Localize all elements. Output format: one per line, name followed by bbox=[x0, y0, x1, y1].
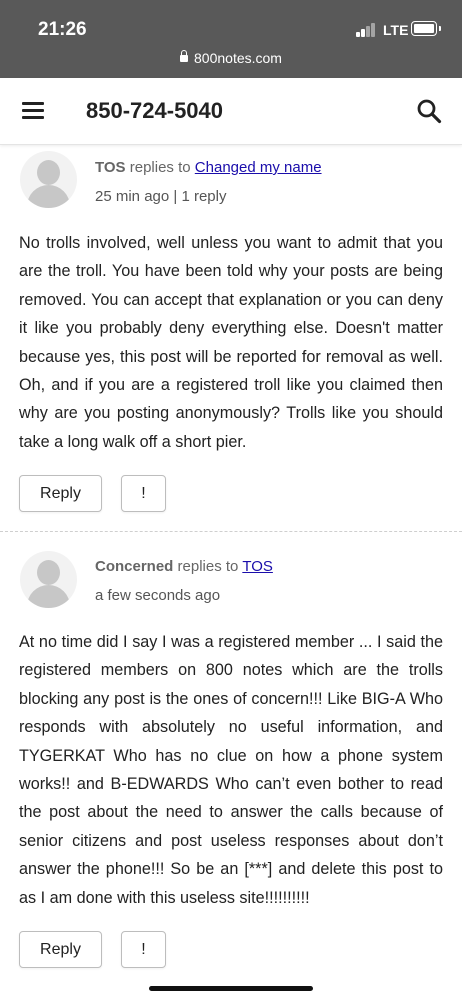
address-bar[interactable]: 800notes.com bbox=[0, 50, 462, 66]
report-button[interactable]: ! bbox=[121, 931, 166, 968]
lock-icon bbox=[180, 50, 189, 62]
battery-icon bbox=[411, 21, 441, 36]
author-name: Concerned bbox=[95, 558, 174, 575]
reply-button[interactable]: Reply bbox=[19, 475, 102, 512]
status-time: 21:26 bbox=[38, 19, 87, 40]
home-indicator bbox=[149, 986, 313, 991]
author-name: TOS bbox=[95, 159, 126, 176]
replies-to-link[interactable]: TOS bbox=[242, 558, 273, 575]
post-header: TOS replies to Changed my name bbox=[95, 159, 322, 176]
signal-icon bbox=[356, 23, 376, 37]
avatar bbox=[20, 551, 77, 608]
post-header: Concerned replies to TOS bbox=[95, 558, 273, 575]
page-title: 850-724-5040 bbox=[86, 98, 224, 123]
search-icon[interactable] bbox=[416, 98, 442, 124]
post-body: No trolls involved, well unless you want… bbox=[19, 234, 443, 451]
reply-button[interactable]: Reply bbox=[19, 931, 102, 968]
post-meta: a few seconds ago bbox=[95, 587, 221, 604]
avatar bbox=[20, 151, 77, 208]
status-bar: 21:26 LTE 800notes.com bbox=[0, 0, 462, 78]
post-divider bbox=[0, 531, 462, 532]
site-header: 850-724-5040 bbox=[0, 78, 462, 145]
post-body: At no time did I say I was a registered … bbox=[19, 633, 443, 907]
post-meta: 25 min ago | 1 reply bbox=[95, 188, 227, 205]
hamburger-menu-icon[interactable] bbox=[22, 102, 44, 120]
report-button[interactable]: ! bbox=[121, 475, 166, 512]
replies-to-label: replies to bbox=[129, 159, 191, 176]
network-type: LTE bbox=[383, 22, 409, 38]
url-text: 800notes.com bbox=[194, 50, 282, 66]
replies-to-label: replies to bbox=[177, 558, 239, 575]
replies-to-link[interactable]: Changed my name bbox=[195, 159, 322, 176]
